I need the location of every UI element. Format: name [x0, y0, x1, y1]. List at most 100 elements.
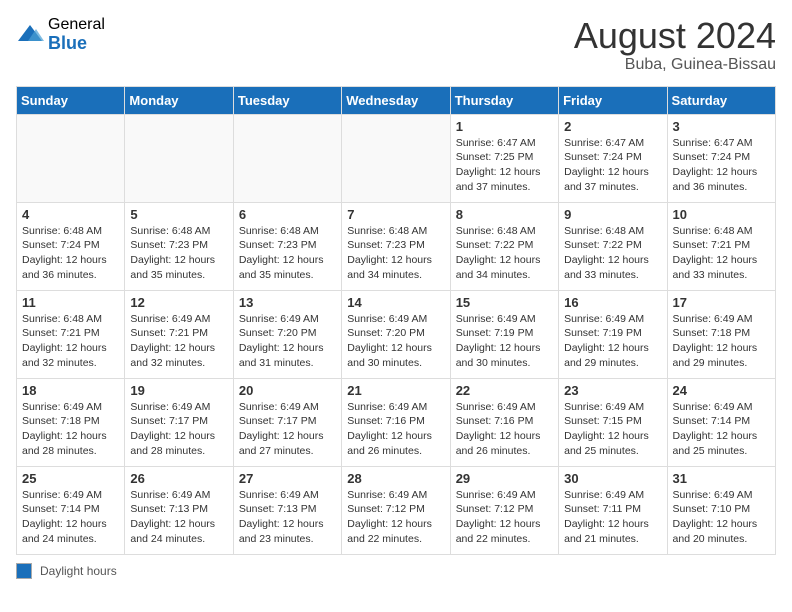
day-info: Sunrise: 6:49 AM Sunset: 7:12 PM Dayligh… [456, 488, 553, 547]
calendar-cell: 21 Sunrise: 6:49 AM Sunset: 7:16 PM Dayli… [342, 378, 450, 466]
calendar-cell: 11 Sunrise: 6:48 AM Sunset: 7:21 PM Dayli… [17, 290, 125, 378]
calendar-cell: 26 Sunrise: 6:49 AM Sunset: 7:13 PM Dayli… [125, 466, 233, 554]
day-info: Sunrise: 6:48 AM Sunset: 7:21 PM Dayligh… [22, 312, 119, 371]
day-number: 17 [673, 295, 770, 310]
calendar-cell [342, 114, 450, 202]
calendar-cell: 7 Sunrise: 6:48 AM Sunset: 7:23 PM Daylig… [342, 202, 450, 290]
day-number: 1 [456, 119, 553, 134]
day-number: 28 [347, 471, 444, 486]
day-number: 16 [564, 295, 661, 310]
day-info: Sunrise: 6:49 AM Sunset: 7:16 PM Dayligh… [347, 400, 444, 459]
day-info: Sunrise: 6:49 AM Sunset: 7:15 PM Dayligh… [564, 400, 661, 459]
day-number: 14 [347, 295, 444, 310]
day-info: Sunrise: 6:47 AM Sunset: 7:24 PM Dayligh… [564, 136, 661, 195]
day-number: 15 [456, 295, 553, 310]
day-number: 24 [673, 383, 770, 398]
calendar-week-row: 1 Sunrise: 6:47 AM Sunset: 7:25 PM Daylig… [17, 114, 776, 202]
day-info: Sunrise: 6:49 AM Sunset: 7:16 PM Dayligh… [456, 400, 553, 459]
day-info: Sunrise: 6:49 AM Sunset: 7:12 PM Dayligh… [347, 488, 444, 547]
day-number: 23 [564, 383, 661, 398]
day-number: 10 [673, 207, 770, 222]
day-info: Sunrise: 6:49 AM Sunset: 7:13 PM Dayligh… [130, 488, 227, 547]
calendar-week-row: 11 Sunrise: 6:48 AM Sunset: 7:21 PM Dayli… [17, 290, 776, 378]
day-info: Sunrise: 6:49 AM Sunset: 7:11 PM Dayligh… [564, 488, 661, 547]
day-info: Sunrise: 6:48 AM Sunset: 7:23 PM Dayligh… [239, 224, 336, 283]
day-info: Sunrise: 6:49 AM Sunset: 7:19 PM Dayligh… [456, 312, 553, 371]
calendar-day-header: Wednesday [342, 86, 450, 114]
day-info: Sunrise: 6:48 AM Sunset: 7:23 PM Dayligh… [130, 224, 227, 283]
calendar-day-header: Friday [559, 86, 667, 114]
calendar-week-row: 18 Sunrise: 6:49 AM Sunset: 7:18 PM Dayli… [17, 378, 776, 466]
calendar-cell: 5 Sunrise: 6:48 AM Sunset: 7:23 PM Daylig… [125, 202, 233, 290]
day-info: Sunrise: 6:48 AM Sunset: 7:22 PM Dayligh… [456, 224, 553, 283]
title-block: August 2024 Buba, Guinea-Bissau [574, 16, 776, 74]
location-subtitle: Buba, Guinea-Bissau [574, 56, 776, 74]
calendar-cell: 23 Sunrise: 6:49 AM Sunset: 7:15 PM Dayli… [559, 378, 667, 466]
logo: General Blue [16, 16, 105, 53]
day-number: 27 [239, 471, 336, 486]
day-info: Sunrise: 6:49 AM Sunset: 7:21 PM Dayligh… [130, 312, 227, 371]
day-number: 29 [456, 471, 553, 486]
day-info: Sunrise: 6:49 AM Sunset: 7:17 PM Dayligh… [130, 400, 227, 459]
calendar-cell: 16 Sunrise: 6:49 AM Sunset: 7:19 PM Dayli… [559, 290, 667, 378]
legend-color-box [16, 563, 32, 579]
day-number: 5 [130, 207, 227, 222]
calendar-cell: 2Sunrise: 6:47 AM Sunset: 7:24 PM Daylig… [559, 114, 667, 202]
calendar-cell [17, 114, 125, 202]
day-number: 30 [564, 471, 661, 486]
day-number: 12 [130, 295, 227, 310]
calendar-cell: 30 Sunrise: 6:49 AM Sunset: 7:11 PM Dayli… [559, 466, 667, 554]
calendar-cell: 29 Sunrise: 6:49 AM Sunset: 7:12 PM Dayli… [450, 466, 558, 554]
day-number: 11 [22, 295, 119, 310]
day-number: 9 [564, 207, 661, 222]
page-header: General Blue August 2024 Buba, Guinea-Bi… [16, 16, 776, 74]
calendar-cell: 24Sunrise: 6:49 AM Sunset: 7:14 PM Dayli… [667, 378, 775, 466]
calendar-cell: 12 Sunrise: 6:49 AM Sunset: 7:21 PM Dayli… [125, 290, 233, 378]
day-number: 18 [22, 383, 119, 398]
day-number: 21 [347, 383, 444, 398]
calendar-cell: 17 Sunrise: 6:49 AM Sunset: 7:18 PM Dayli… [667, 290, 775, 378]
day-info: Sunrise: 6:48 AM Sunset: 7:22 PM Dayligh… [564, 224, 661, 283]
calendar-cell: 25Sunrise: 6:49 AM Sunset: 7:14 PM Dayli… [17, 466, 125, 554]
day-number: 3 [673, 119, 770, 134]
day-info: Sunrise: 6:49 AM Sunset: 7:19 PM Dayligh… [564, 312, 661, 371]
calendar-table: SundayMondayTuesdayWednesdayThursdayFrid… [16, 86, 776, 555]
calendar-cell: 20Sunrise: 6:49 AM Sunset: 7:17 PM Dayli… [233, 378, 341, 466]
logo-general: General [48, 16, 105, 34]
calendar-cell: 31 Sunrise: 6:49 AM Sunset: 7:10 PM Dayli… [667, 466, 775, 554]
calendar-cell: 28 Sunrise: 6:49 AM Sunset: 7:12 PM Dayli… [342, 466, 450, 554]
day-info: Sunrise: 6:49 AM Sunset: 7:18 PM Dayligh… [22, 400, 119, 459]
day-info: Sunrise: 6:49 AM Sunset: 7:17 PM Dayligh… [239, 400, 336, 459]
calendar-cell: 10 Sunrise: 6:48 AM Sunset: 7:21 PM Dayli… [667, 202, 775, 290]
calendar-week-row: 25Sunrise: 6:49 AM Sunset: 7:14 PM Dayli… [17, 466, 776, 554]
day-number: 31 [673, 471, 770, 486]
day-info: Sunrise: 6:49 AM Sunset: 7:18 PM Dayligh… [673, 312, 770, 371]
day-info: Sunrise: 6:47 AM Sunset: 7:25 PM Dayligh… [456, 136, 553, 195]
day-number: 25 [22, 471, 119, 486]
calendar-header-row: SundayMondayTuesdayWednesdayThursdayFrid… [17, 86, 776, 114]
day-info: Sunrise: 6:47 AM Sunset: 7:24 PM Dayligh… [673, 136, 770, 195]
day-info: Sunrise: 6:48 AM Sunset: 7:23 PM Dayligh… [347, 224, 444, 283]
day-number: 4 [22, 207, 119, 222]
calendar-cell: 15 Sunrise: 6:49 AM Sunset: 7:19 PM Dayli… [450, 290, 558, 378]
day-number: 22 [456, 383, 553, 398]
day-number: 19 [130, 383, 227, 398]
day-info: Sunrise: 6:49 AM Sunset: 7:10 PM Dayligh… [673, 488, 770, 547]
month-year-title: August 2024 [574, 16, 776, 56]
day-info: Sunrise: 6:49 AM Sunset: 7:20 PM Dayligh… [347, 312, 444, 371]
logo-blue: Blue [48, 34, 105, 54]
calendar-cell: 14 Sunrise: 6:49 AM Sunset: 7:20 PM Dayli… [342, 290, 450, 378]
calendar-cell: 19 Sunrise: 6:49 AM Sunset: 7:17 PM Dayli… [125, 378, 233, 466]
legend-label: Daylight hours [40, 564, 117, 578]
calendar-cell: 6Sunrise: 6:48 AM Sunset: 7:23 PM Daylig… [233, 202, 341, 290]
day-info: Sunrise: 6:48 AM Sunset: 7:21 PM Dayligh… [673, 224, 770, 283]
calendar-week-row: 4 Sunrise: 6:48 AM Sunset: 7:24 PM Daylig… [17, 202, 776, 290]
calendar-day-header: Monday [125, 86, 233, 114]
day-info: Sunrise: 6:48 AM Sunset: 7:24 PM Dayligh… [22, 224, 119, 283]
calendar-cell [125, 114, 233, 202]
calendar-day-header: Sunday [17, 86, 125, 114]
calendar-cell: 9 Sunrise: 6:48 AM Sunset: 7:22 PM Daylig… [559, 202, 667, 290]
legend: Daylight hours [16, 563, 776, 579]
day-number: 26 [130, 471, 227, 486]
day-number: 7 [347, 207, 444, 222]
